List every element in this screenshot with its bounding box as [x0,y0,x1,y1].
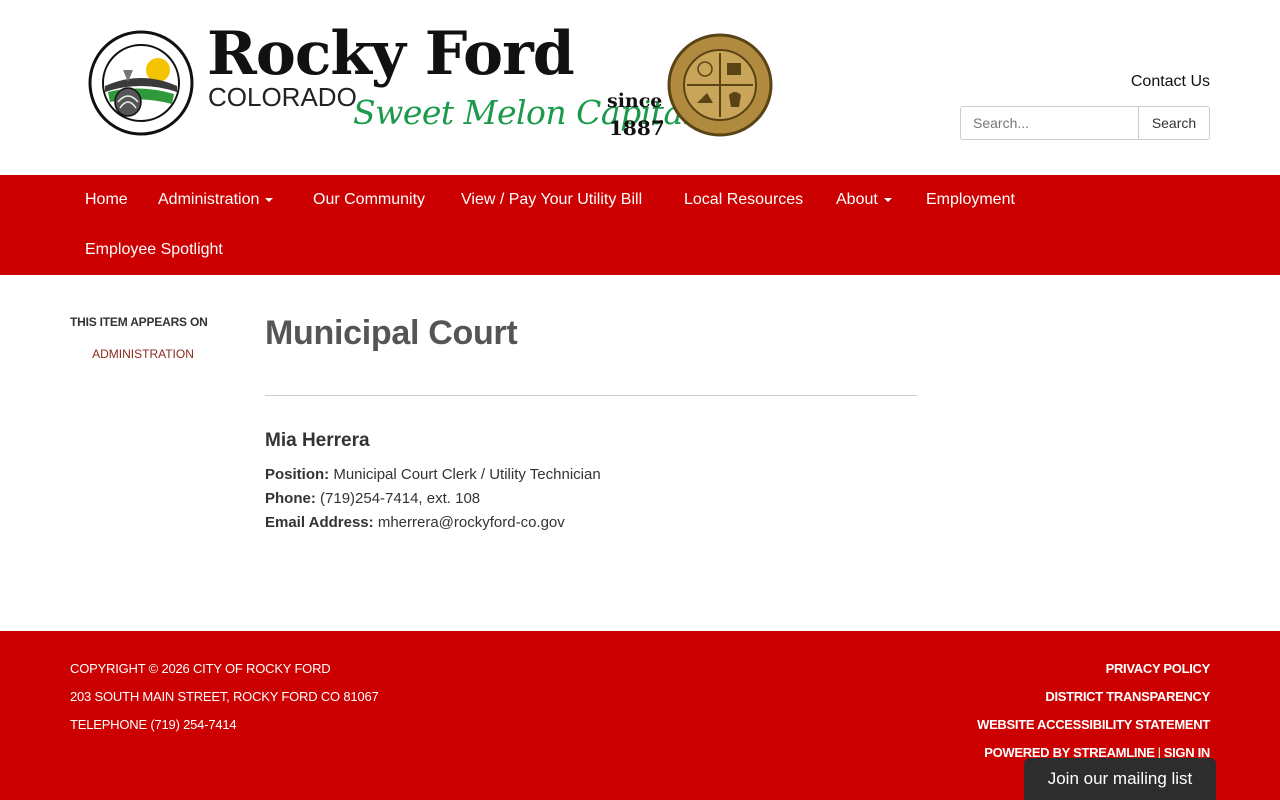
gold-city-seal-logo [667,33,773,137]
accessibility-statement-link[interactable]: WEBSITE ACCESSIBILITY STATEMENT [977,717,1210,732]
nav-item-label: Employee Spotlight [85,241,223,258]
nav-item-label: Home [85,191,128,208]
privacy-policy-link[interactable]: PRIVACY POLICY [1106,661,1211,676]
mailing-list-button[interactable]: Join our mailing list [1024,758,1216,800]
search-button[interactable]: Search [1138,106,1210,140]
nav-item-label: Our Community [313,191,426,208]
caret-down-icon [883,197,892,202]
brand-year: 1887 [609,116,665,140]
nav-item-employee-spotlight[interactable]: Employee Spotlight [85,242,223,258]
email-link[interactable]: mherrera@rockyford-co.gov [378,514,565,531]
footer-address: 203 South Main Street, Rocky Ford CO 810… [70,689,379,704]
staff-email: Email Address: mherrera@rockyford-co.gov [265,514,565,532]
city-seal-logo[interactable] [88,30,194,136]
staff-phone: Phone: (719)254-7414, ext. 108 [265,490,480,508]
nav-item-label: Local Resources [684,191,804,208]
nav-item-pay-utility-bill[interactable]: View / Pay Your Utility Bill [461,192,642,208]
nav-item-local-resources[interactable]: Local Resources [684,192,803,208]
nav-item-label: Employment [926,191,1015,208]
footer-copyright: Copyright © 2026 City of Rocky Ford [70,661,331,676]
nav-item-our-community[interactable]: Our Community [313,192,425,208]
staff-name: Mia Herrera [265,430,370,451]
position-value: Municipal Court Clerk / Utility Technici… [333,466,601,483]
divider [265,395,917,396]
nav-item-employment[interactable]: Employment [926,192,1015,208]
staff-position: Position: Municipal Court Clerk / Utilit… [265,466,601,484]
brand-since: since [607,90,663,112]
nav-item-about[interactable]: About [836,192,892,208]
brand-name: Rocky Ford [207,19,575,89]
brand-state: COLORADO [208,82,357,112]
email-label: Email Address: [265,514,374,531]
sidebar-link-administration[interactable]: Administration [70,347,216,361]
district-transparency-link[interactable]: DISTRICT TRANSPARENCY [1045,689,1210,704]
caret-down-icon [265,197,274,202]
footer-telephone: Telephone (719) 254-7414 [70,717,237,732]
nav-item-administration[interactable]: Administration [158,191,274,208]
phone-label: Phone: [265,490,316,507]
contact-us-link[interactable]: Contact Us [1100,73,1210,91]
brand-wordmark[interactable]: Rocky Ford COLORADO Sweet Melon Capital … [207,19,693,144]
search-form: Search [960,106,1210,140]
search-input[interactable] [960,106,1138,140]
phone-value: (719)254-7414, ext. 108 [320,490,481,507]
page-title: Municipal Court [265,314,518,352]
nav-item-label: Administration [158,191,260,208]
site-header: Rocky Ford COLORADO Sweet Melon Capital … [0,0,1280,175]
position-label: Position: [265,466,330,483]
sidebar-heading: This item appears on [70,315,208,329]
nav-item-home[interactable]: Home [85,192,128,208]
nav-item-label: About [836,191,878,208]
main-navigation [0,175,1280,275]
nav-item-label: View / Pay Your Utility Bill [461,191,643,208]
